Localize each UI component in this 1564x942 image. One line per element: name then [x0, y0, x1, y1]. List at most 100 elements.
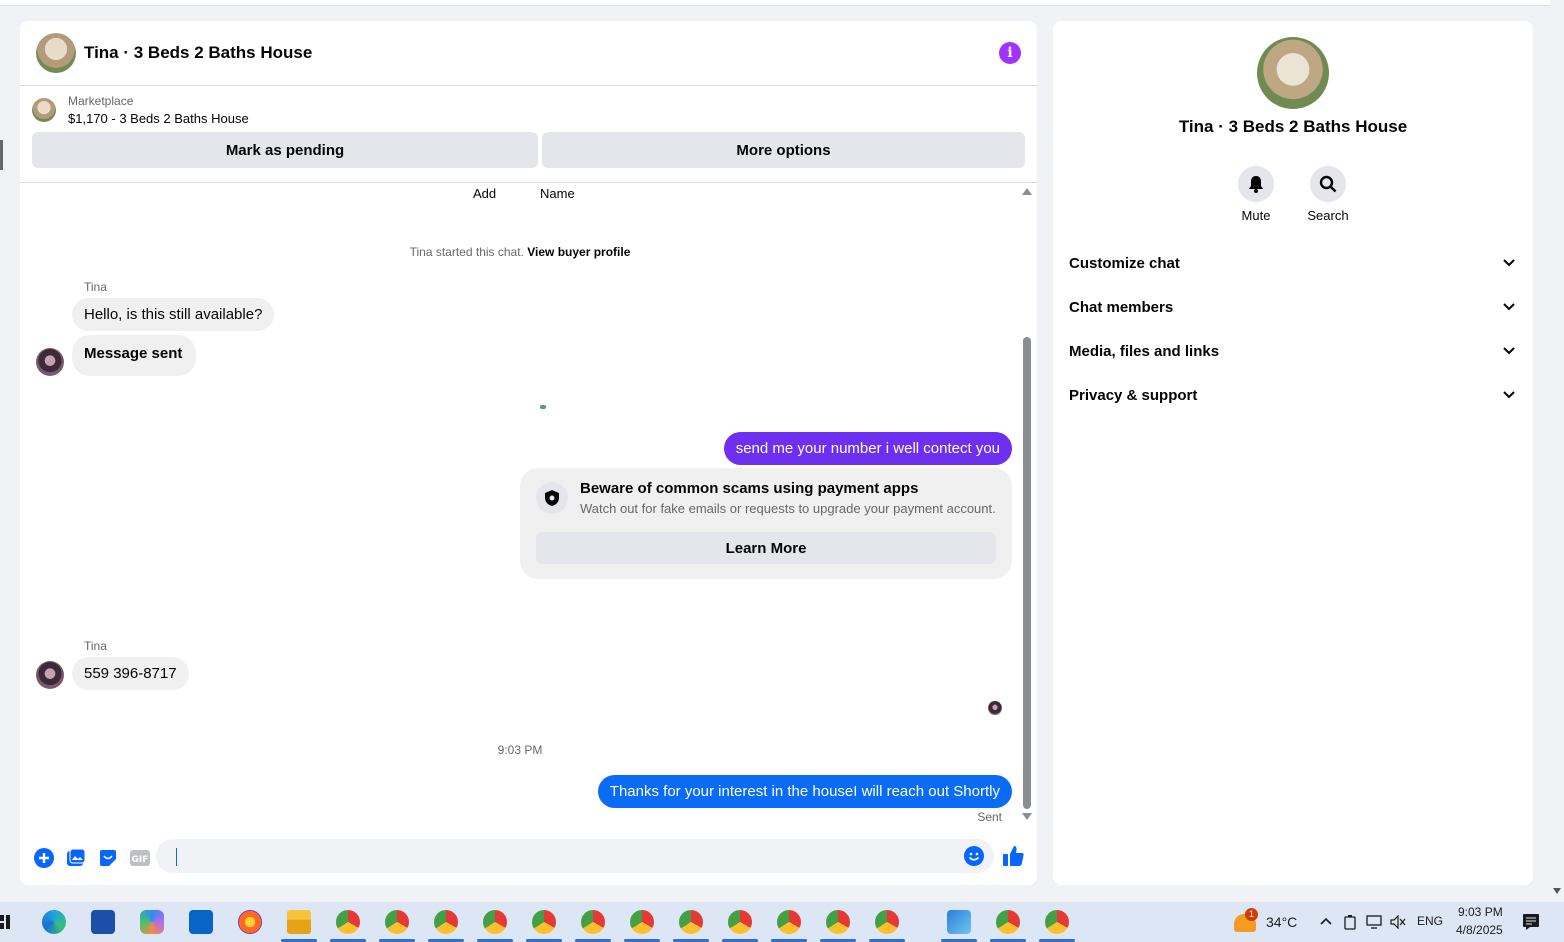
chevron-up-icon[interactable]: [1320, 917, 1332, 925]
clock-date[interactable]: 4/8/2025: [1456, 923, 1503, 937]
top-border: [0, 0, 1564, 6]
message-input[interactable]: [156, 839, 994, 873]
chrome-icon[interactable]: [581, 910, 605, 934]
outgoing-message[interactable]: send me your number i well contect you: [723, 432, 1012, 465]
chat-details-panel: Tina · 3 Beds 2 Baths House Mute Search …: [1053, 21, 1533, 885]
search-button[interactable]: Search: [1293, 166, 1363, 223]
typing-indicator: [540, 405, 546, 409]
battery-icon[interactable]: [1343, 914, 1357, 930]
profile-title: Tina · 3 Beds 2 Baths House: [1178, 117, 1408, 136]
tina-avatar[interactable]: [36, 661, 64, 689]
column-name: Name: [540, 186, 575, 201]
page-scroll-down-arrow[interactable]: [1553, 888, 1561, 894]
notifications-icon[interactable]: [1522, 913, 1540, 931]
chrome-icon[interactable]: [875, 910, 899, 934]
media-files-links-row[interactable]: Media, files and links: [1069, 329, 1517, 373]
mute-button[interactable]: Mute: [1221, 166, 1291, 223]
weather-temp[interactable]: 34°C: [1266, 914, 1297, 930]
chrome-icon[interactable]: [679, 910, 703, 934]
chrome-icon[interactable]: [385, 910, 409, 934]
thread-scrollbar[interactable]: [1023, 337, 1031, 809]
start-note-text: Tina started this chat.: [409, 245, 524, 259]
outlook-icon[interactable]: [189, 910, 213, 934]
scroll-up-arrow[interactable]: [1022, 188, 1032, 195]
scam-warning-title: Beware of common scams using payment app…: [580, 480, 919, 497]
widgets-icon[interactable]: [0, 915, 10, 929]
volume-muted-icon[interactable]: [1390, 915, 1406, 929]
profile-avatar[interactable]: [1257, 37, 1329, 109]
thumbs-up-icon[interactable]: [1002, 844, 1026, 868]
firefox-icon[interactable]: [238, 910, 262, 934]
scroll-down-arrow[interactable]: [1022, 813, 1032, 820]
privacy-support-row[interactable]: Privacy & support: [1069, 373, 1517, 417]
incoming-message[interactable]: Message sent: [72, 335, 197, 376]
row-label: Media, files and links: [1069, 342, 1220, 360]
sender-name: Tina: [84, 639, 107, 653]
chat-panel: Tina · 3 Beds 2 Baths House i Marketplac…: [20, 21, 1037, 885]
chrome-icon[interactable]: [996, 910, 1020, 934]
emoji-icon[interactable]: [964, 846, 984, 866]
copilot-icon[interactable]: [140, 910, 164, 934]
chevron-down-icon: [1503, 259, 1515, 267]
chrome-icon[interactable]: [777, 910, 801, 934]
chat-title[interactable]: Tina · 3 Beds 2 Baths House: [84, 43, 312, 63]
incoming-message[interactable]: 559 396-8717: [72, 657, 189, 690]
customize-chat-row[interactable]: Customize chat: [1069, 241, 1517, 285]
chrome-icon[interactable]: [728, 910, 752, 934]
tina-avatar[interactable]: [36, 348, 64, 376]
sent-status: Sent: [977, 810, 1002, 824]
chrome-icon[interactable]: [630, 910, 654, 934]
outgoing-message[interactable]: Thanks for your interest in the houseI w…: [597, 775, 1012, 808]
scam-warning-text: Watch out for fake emails or requests to…: [580, 501, 996, 516]
sticker-icon[interactable]: [98, 848, 118, 868]
plus-icon[interactable]: [34, 848, 54, 868]
language-indicator[interactable]: ENG: [1417, 914, 1443, 928]
clock-time[interactable]: 9:03 PM: [1458, 905, 1503, 919]
left-edge-marker: [0, 140, 3, 170]
network-icon[interactable]: [1366, 915, 1382, 929]
search-icon: [1310, 166, 1346, 202]
message-timestamp: 9:03 PM: [497, 743, 543, 757]
listing-thumbnail[interactable]: [32, 98, 56, 122]
page-scrollbar[interactable]: [1550, 0, 1564, 900]
chrome-icon[interactable]: [483, 910, 507, 934]
more-options-button[interactable]: More options: [542, 132, 1025, 168]
chat-members-row[interactable]: Chat members: [1069, 285, 1517, 329]
bell-icon: [1238, 166, 1274, 202]
chat-start-note: Tina started this chat. View buyer profi…: [20, 245, 1020, 259]
chat-avatar[interactable]: [36, 33, 76, 73]
mute-label: Mute: [1241, 208, 1271, 223]
svg-text:GIF: GIF: [132, 855, 149, 865]
chrome-icon[interactable]: [434, 910, 458, 934]
text-caret: [176, 848, 177, 866]
weather-badge: 1: [1245, 908, 1258, 921]
marketplace-label: Marketplace: [68, 94, 134, 108]
gif-icon[interactable]: GIF: [130, 848, 150, 868]
view-buyer-profile-link[interactable]: View buyer profile: [527, 245, 630, 259]
chevron-down-icon: [1503, 347, 1515, 355]
marketplace-listing: Marketplace $1,170 - 3 Beds 2 Baths Hous…: [20, 86, 1037, 183]
seen-avatar: [988, 701, 1002, 715]
photos-icon[interactable]: [947, 910, 971, 934]
column-add: Add: [473, 186, 497, 201]
scam-warning-card: Beware of common scams using payment app…: [520, 468, 1012, 579]
store-icon[interactable]: [91, 910, 115, 934]
info-icon[interactable]: i: [999, 42, 1021, 64]
edge-icon[interactable]: [42, 910, 66, 934]
chrome-icon[interactable]: [532, 910, 556, 934]
file-explorer-icon[interactable]: [287, 910, 311, 934]
row-label: Privacy & support: [1069, 386, 1198, 404]
chrome-icon[interactable]: [826, 910, 850, 934]
listing-title[interactable]: $1,170 - 3 Beds 2 Baths House: [68, 111, 249, 126]
photo-icon[interactable]: [66, 848, 86, 868]
chrome-icon[interactable]: [336, 910, 360, 934]
mark-pending-button[interactable]: Mark as pending: [32, 132, 538, 168]
chrome-icon[interactable]: [1045, 910, 1069, 934]
chat-header: Tina · 3 Beds 2 Baths House i: [20, 21, 1037, 86]
message-thread[interactable]: Add Name Tina started this chat. View bu…: [20, 183, 1037, 831]
incoming-message[interactable]: Hello, is this still available?: [72, 298, 275, 331]
learn-more-button[interactable]: Learn More: [536, 532, 996, 564]
shield-icon: [536, 482, 568, 514]
row-label: Chat members: [1069, 298, 1174, 316]
chevron-down-icon: [1503, 391, 1515, 399]
